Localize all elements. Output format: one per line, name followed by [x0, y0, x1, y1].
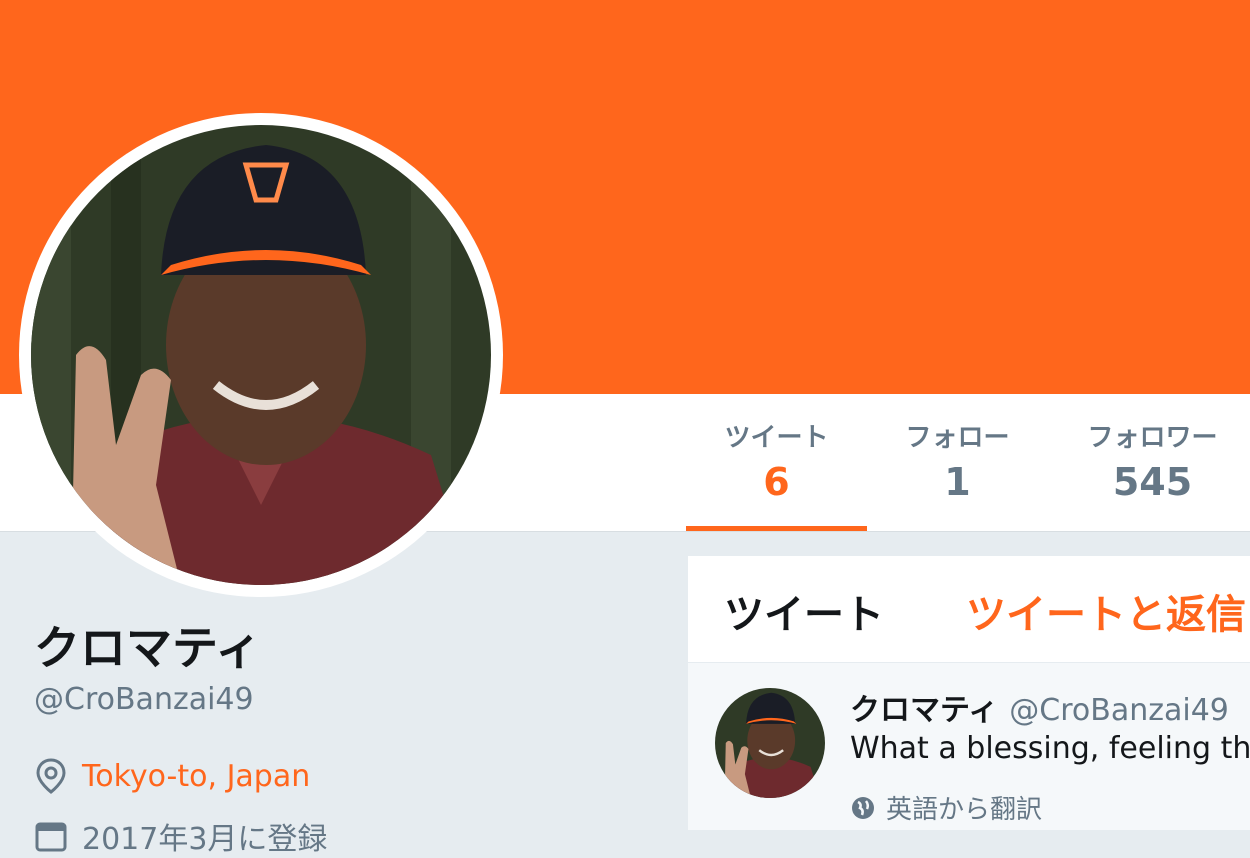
- profile-joined: 2017年3月に登録: [34, 816, 328, 857]
- stat-following-count: 1: [944, 460, 971, 504]
- tweet-avatar-photo: [715, 688, 825, 798]
- calendar-icon: [35, 822, 67, 852]
- timeline: ツイート ツイートと返信 クロマティ @CroBanzai49 What a b…: [688, 556, 1250, 830]
- stat-following-label: フォロー: [905, 423, 1010, 453]
- stat-tweets-label: ツイート: [724, 423, 829, 453]
- stat-followers-count: 545: [1112, 460, 1193, 504]
- profile-avatar[interactable]: [31, 125, 491, 585]
- tweet-author-name[interactable]: クロマティ: [850, 693, 998, 728]
- avatar-photo: [31, 125, 491, 585]
- joined-date: 2017年3月に登録: [82, 822, 328, 857]
- location-link[interactable]: Tokyo-to, Japan: [82, 759, 310, 794]
- stat-tweets[interactable]: ツイート 6: [686, 414, 867, 502]
- location-pin-icon: [36, 758, 66, 794]
- stat-following[interactable]: フォロー 1: [867, 414, 1048, 502]
- profile-name: クロマティ: [34, 621, 262, 675]
- active-tab-indicator: [686, 526, 867, 531]
- tab-tweets[interactable]: ツイート: [724, 582, 884, 640]
- timeline-tabs: ツイート ツイートと返信: [688, 556, 1250, 663]
- tweet-avatar[interactable]: [715, 688, 825, 798]
- profile-handle: @CroBanzai49: [34, 682, 254, 717]
- globe-icon: [852, 796, 874, 819]
- tweet-item[interactable]: クロマティ @CroBanzai49 What a blessing, feel…: [688, 663, 1250, 830]
- profile-location: Tokyo-to, Japan: [34, 756, 310, 796]
- tab-tweets-and-replies[interactable]: ツイートと返信: [966, 582, 1246, 640]
- translate-label: 英語から翻訳: [886, 795, 1043, 825]
- tweet-text: What a blessing, feeling the: [850, 731, 1250, 766]
- stat-followers-label: フォロワー: [1087, 423, 1218, 453]
- stat-followers[interactable]: フォロワー 545: [1060, 414, 1245, 502]
- tweet-header: クロマティ @CroBanzai49: [850, 685, 1229, 729]
- stat-tweets-count: 6: [763, 460, 790, 504]
- translate-link[interactable]: 英語から翻訳: [850, 789, 1042, 826]
- tweet-author-handle[interactable]: @CroBanzai49: [1009, 693, 1229, 728]
